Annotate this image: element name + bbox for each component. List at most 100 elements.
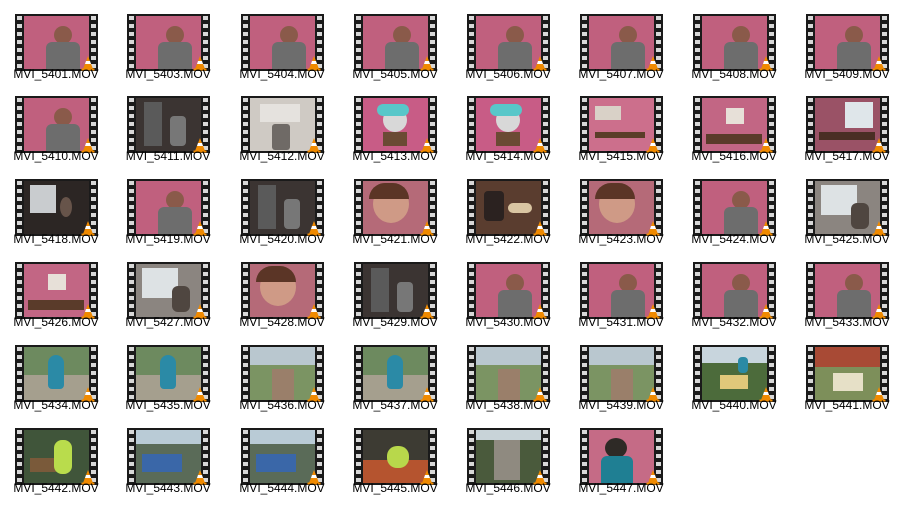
file-item[interactable]: MVI_5419.MOV [118, 171, 218, 251]
file-item[interactable]: MVI_5438.MOV [458, 337, 558, 417]
video-thumbnail[interactable] [15, 428, 98, 485]
file-item[interactable]: MVI_5414.MOV [458, 88, 558, 168]
video-thumbnail[interactable] [354, 345, 437, 402]
video-thumbnail[interactable] [127, 428, 210, 485]
file-item[interactable]: MVI_5423.MOV [571, 171, 671, 251]
video-thumbnail[interactable] [580, 262, 663, 319]
file-item[interactable]: MVI_5415.MOV [571, 88, 671, 168]
video-thumbnail[interactable] [15, 14, 98, 71]
video-thumbnail[interactable] [580, 14, 663, 71]
file-item[interactable]: MVI_5444.MOV [232, 420, 332, 500]
video-thumbnail[interactable] [241, 96, 324, 153]
video-thumbnail[interactable] [15, 345, 98, 402]
file-item[interactable]: MVI_5433.MOV [797, 254, 897, 334]
video-thumbnail[interactable] [693, 96, 776, 153]
video-thumbnail[interactable] [127, 14, 210, 71]
file-item[interactable]: MVI_5404.MOV [232, 6, 332, 86]
file-item[interactable]: MVI_5446.MOV [458, 420, 558, 500]
file-item[interactable]: MVI_5420.MOV [232, 171, 332, 251]
file-item[interactable]: MVI_5417.MOV [797, 88, 897, 168]
file-item[interactable]: MVI_5442.MOV [6, 420, 106, 500]
video-thumbnail[interactable] [354, 179, 437, 236]
file-item[interactable]: MVI_5440.MOV [684, 337, 784, 417]
file-item[interactable]: MVI_5431.MOV [571, 254, 671, 334]
video-thumbnail[interactable] [241, 428, 324, 485]
file-item[interactable]: MVI_5422.MOV [458, 171, 558, 251]
file-item[interactable]: MVI_5425.MOV [797, 171, 897, 251]
video-thumbnail[interactable] [354, 428, 437, 485]
video-thumbnail[interactable] [241, 262, 324, 319]
video-thumbnail[interactable] [806, 179, 889, 236]
frame-shape [30, 458, 56, 472]
video-thumbnail[interactable] [354, 96, 437, 153]
file-item[interactable]: MVI_5434.MOV [6, 337, 106, 417]
video-thumbnail[interactable] [580, 96, 663, 153]
file-item[interactable]: MVI_5418.MOV [6, 171, 106, 251]
frame-shape [383, 132, 407, 146]
file-item[interactable]: MVI_5443.MOV [118, 420, 218, 500]
video-thumbnail[interactable] [693, 345, 776, 402]
video-thumbnail[interactable] [241, 179, 324, 236]
video-thumbnail[interactable] [15, 179, 98, 236]
file-item[interactable]: MVI_5403.MOV [118, 6, 218, 86]
video-thumbnail[interactable] [693, 262, 776, 319]
video-thumbnail[interactable] [580, 428, 663, 485]
file-item[interactable]: MVI_5427.MOV [118, 254, 218, 334]
video-thumbnail[interactable] [693, 14, 776, 71]
video-thumbnail[interactable] [127, 262, 210, 319]
file-item[interactable]: MVI_5424.MOV [684, 171, 784, 251]
filmstrip-icon [693, 14, 702, 71]
video-thumbnail[interactable] [467, 345, 550, 402]
file-name-label: MVI_5426.MOV [13, 315, 99, 329]
video-thumbnail[interactable] [580, 345, 663, 402]
file-item[interactable]: MVI_5409.MOV [797, 6, 897, 86]
file-item[interactable]: MVI_5435.MOV [118, 337, 218, 417]
file-item[interactable]: MVI_5407.MOV [571, 6, 671, 86]
file-item[interactable]: MVI_5441.MOV [797, 337, 897, 417]
file-item[interactable]: MVI_5411.MOV [118, 88, 218, 168]
video-frame [136, 430, 201, 483]
video-thumbnail[interactable] [467, 262, 550, 319]
video-thumbnail[interactable] [127, 345, 210, 402]
file-item[interactable]: MVI_5445.MOV [345, 420, 445, 500]
file-item[interactable]: MVI_5428.MOV [232, 254, 332, 334]
video-thumbnail[interactable] [467, 428, 550, 485]
video-thumbnail[interactable] [693, 179, 776, 236]
file-item[interactable]: MVI_5429.MOV [345, 254, 445, 334]
file-item[interactable]: MVI_5436.MOV [232, 337, 332, 417]
file-item[interactable]: MVI_5432.MOV [684, 254, 784, 334]
video-thumbnail[interactable] [806, 14, 889, 71]
video-thumbnail[interactable] [241, 345, 324, 402]
file-item[interactable]: MVI_5416.MOV [684, 88, 784, 168]
video-thumbnail[interactable] [127, 96, 210, 153]
video-thumbnail[interactable] [467, 179, 550, 236]
video-thumbnail[interactable] [806, 345, 889, 402]
file-item[interactable]: MVI_5430.MOV [458, 254, 558, 334]
file-item[interactable]: MVI_5439.MOV [571, 337, 671, 417]
video-thumbnail[interactable] [354, 14, 437, 71]
file-item[interactable]: MVI_5405.MOV [345, 6, 445, 86]
file-item[interactable]: MVI_5426.MOV [6, 254, 106, 334]
file-item[interactable]: MVI_5413.MOV [345, 88, 445, 168]
file-item[interactable]: MVI_5408.MOV [684, 6, 784, 86]
video-thumbnail[interactable] [806, 262, 889, 319]
video-thumbnail[interactable] [354, 262, 437, 319]
file-item[interactable]: MVI_5447.MOV [571, 420, 671, 500]
file-item[interactable]: MVI_5401.MOV [6, 6, 106, 86]
file-name-label: MVI_5444.MOV [239, 481, 325, 495]
video-thumbnail[interactable] [467, 14, 550, 71]
video-thumbnail[interactable] [806, 96, 889, 153]
video-thumbnail[interactable] [467, 96, 550, 153]
file-item[interactable]: MVI_5412.MOV [232, 88, 332, 168]
filmstrip-icon [127, 262, 136, 319]
video-thumbnail[interactable] [15, 96, 98, 153]
file-name-label: MVI_5409.MOV [804, 67, 890, 81]
file-item[interactable]: MVI_5437.MOV [345, 337, 445, 417]
video-thumbnail[interactable] [241, 14, 324, 71]
video-thumbnail[interactable] [127, 179, 210, 236]
file-item[interactable]: MVI_5421.MOV [345, 171, 445, 251]
video-thumbnail[interactable] [15, 262, 98, 319]
file-item[interactable]: MVI_5410.MOV [6, 88, 106, 168]
video-thumbnail[interactable] [580, 179, 663, 236]
file-item[interactable]: MVI_5406.MOV [458, 6, 558, 86]
